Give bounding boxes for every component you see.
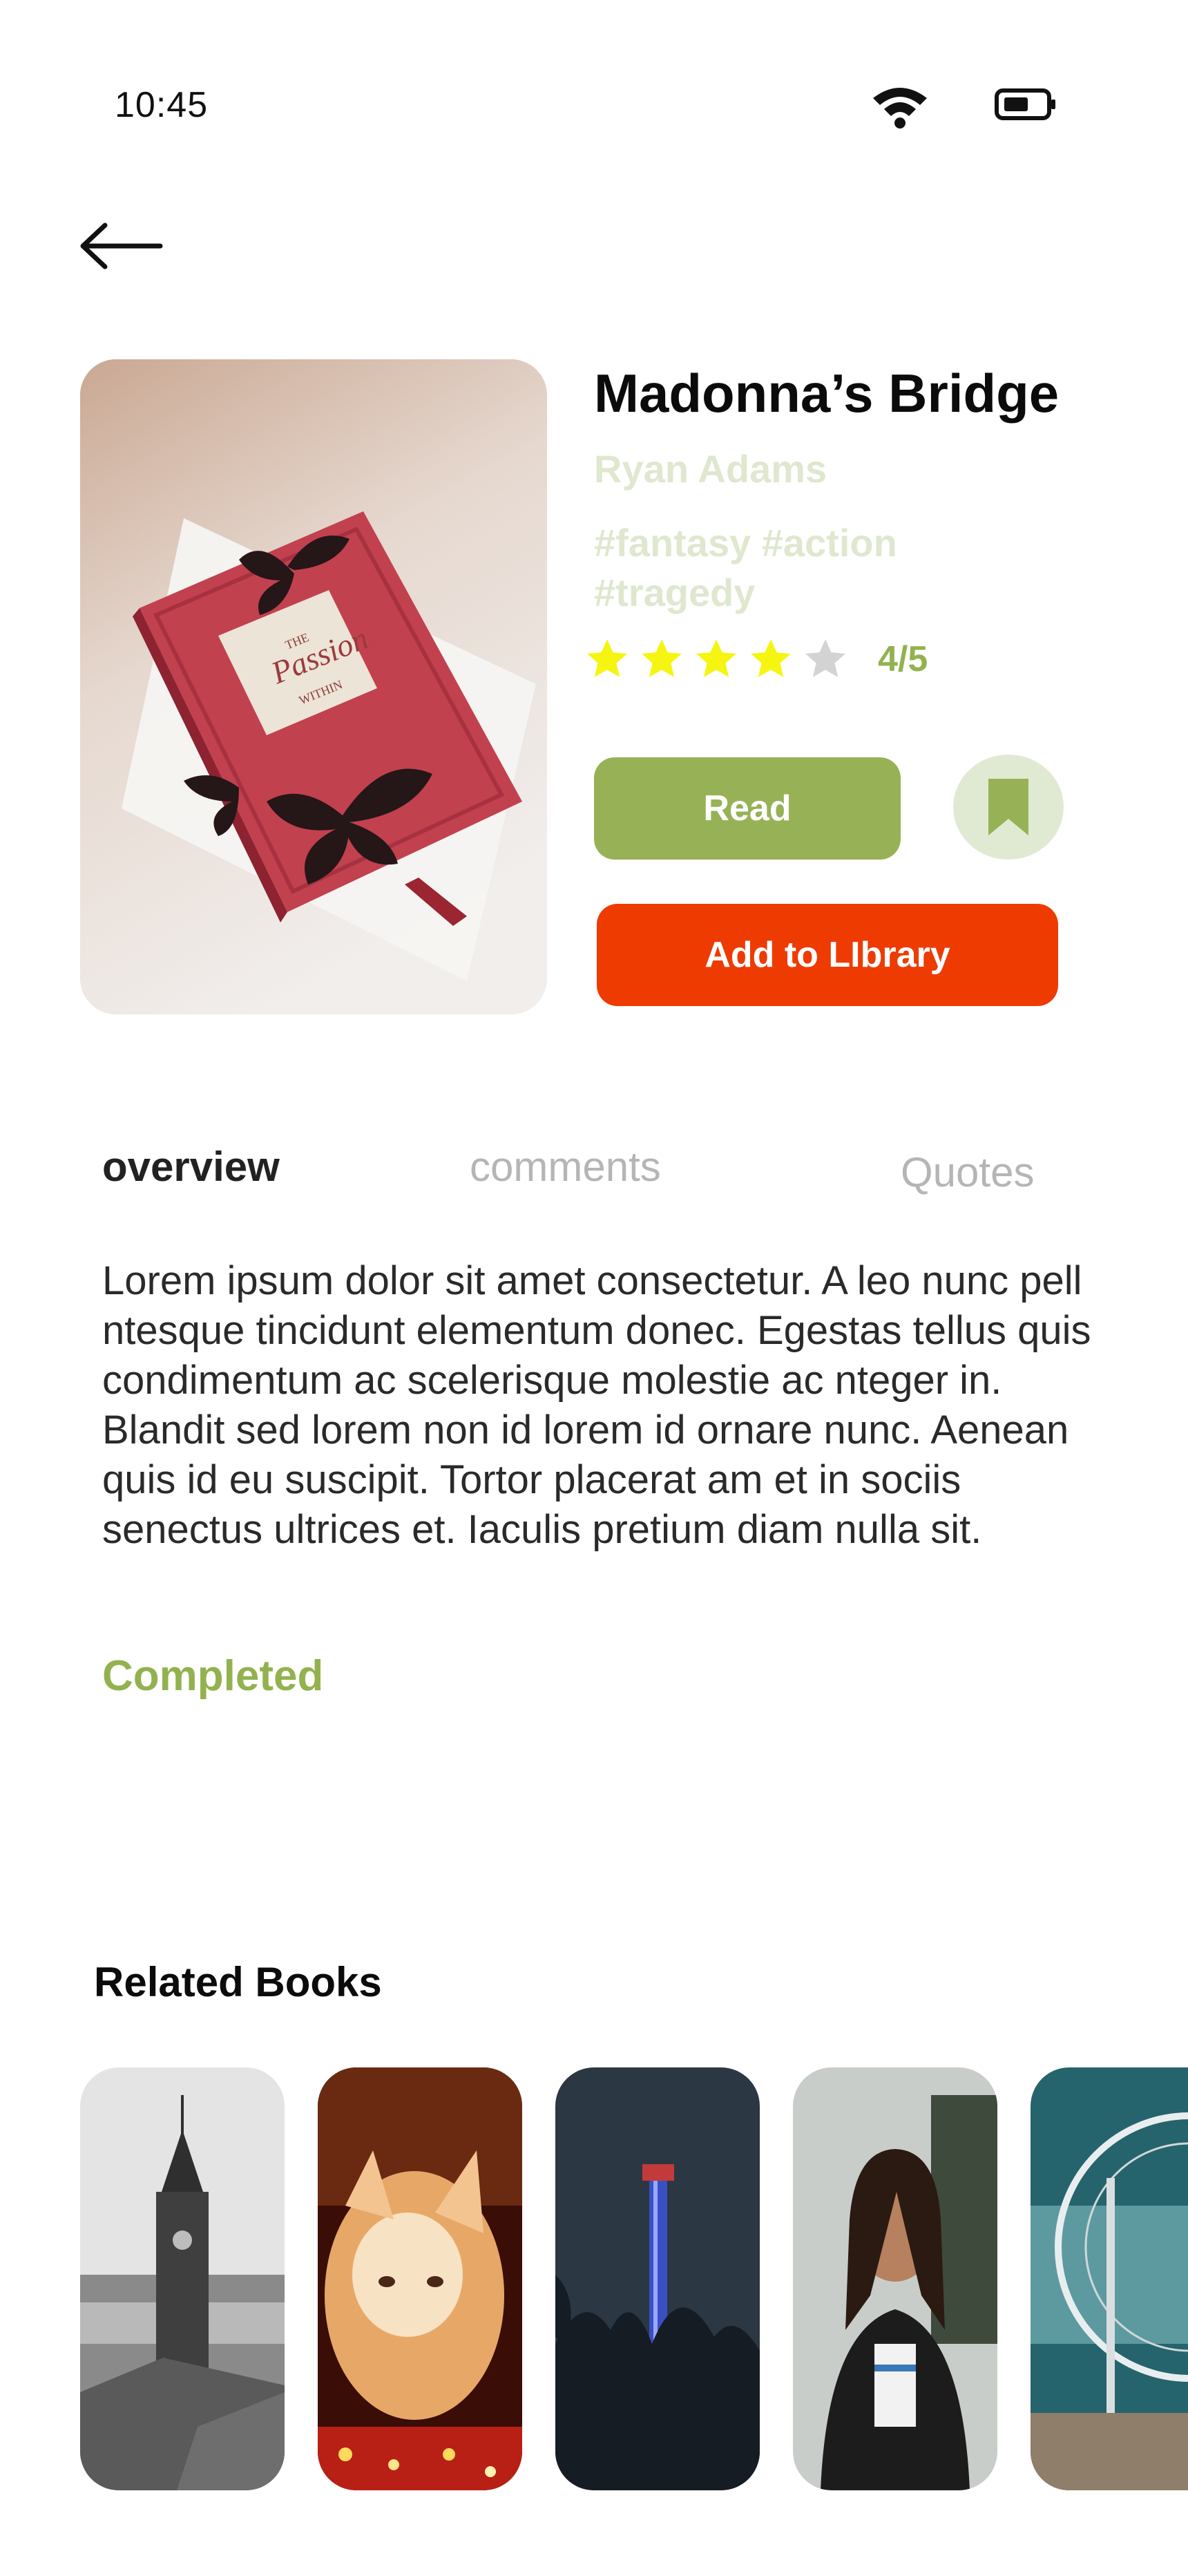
status-time: 10:45 [115,85,209,125]
related-book-card[interactable] [793,2067,997,2490]
related-books-carousel[interactable] [80,2067,1188,2490]
tab-overview[interactable]: overview [102,1143,280,1191]
related-book-card[interactable] [1031,2067,1188,2490]
related-book-card[interactable] [318,2067,522,2490]
read-button[interactable]: Read [594,757,901,860]
back-button[interactable] [77,221,163,271]
tag-line[interactable]: #tragedy [594,568,981,618]
star-icon [751,639,791,677]
battery-icon [995,88,1055,120]
bookmark-icon [988,779,1028,835]
status-badge: Completed [102,1652,324,1700]
book-cover-image: THE Passion WITHIN [80,359,547,1014]
book-author[interactable]: Ryan Adams [594,446,827,491]
add-to-library-button[interactable]: Add to LIbrary [597,904,1058,1006]
tab-quotes[interactable]: Quotes [901,1148,1034,1196]
star-icon [696,639,736,677]
rating: 4/5 [584,633,928,685]
tag-line[interactable]: #fantasy #action [594,518,981,568]
star-icon [587,639,627,677]
book-title: Madonna’s Bridge [594,363,1060,424]
book-detail-screen: 10:45 THE Passion WITHIN Madonna’s Bridg… [0,0,1188,2576]
related-book-card[interactable] [80,2067,285,2490]
wifi-icon [873,88,927,129]
bookmark-button[interactable] [953,755,1064,860]
related-book-card[interactable] [555,2067,760,2490]
back-arrow-icon [80,222,163,269]
overview-text: Lorem ipsum dolor sit amet consectetur. … [102,1258,1091,1552]
book-tags: #fantasy #action #tragedy [594,518,981,618]
star-icon [805,639,845,677]
related-books-heading: Related Books [94,1959,382,2005]
tab-comments[interactable]: comments [470,1143,661,1191]
star-icon [642,639,682,677]
rating-value: 4/5 [878,639,928,679]
